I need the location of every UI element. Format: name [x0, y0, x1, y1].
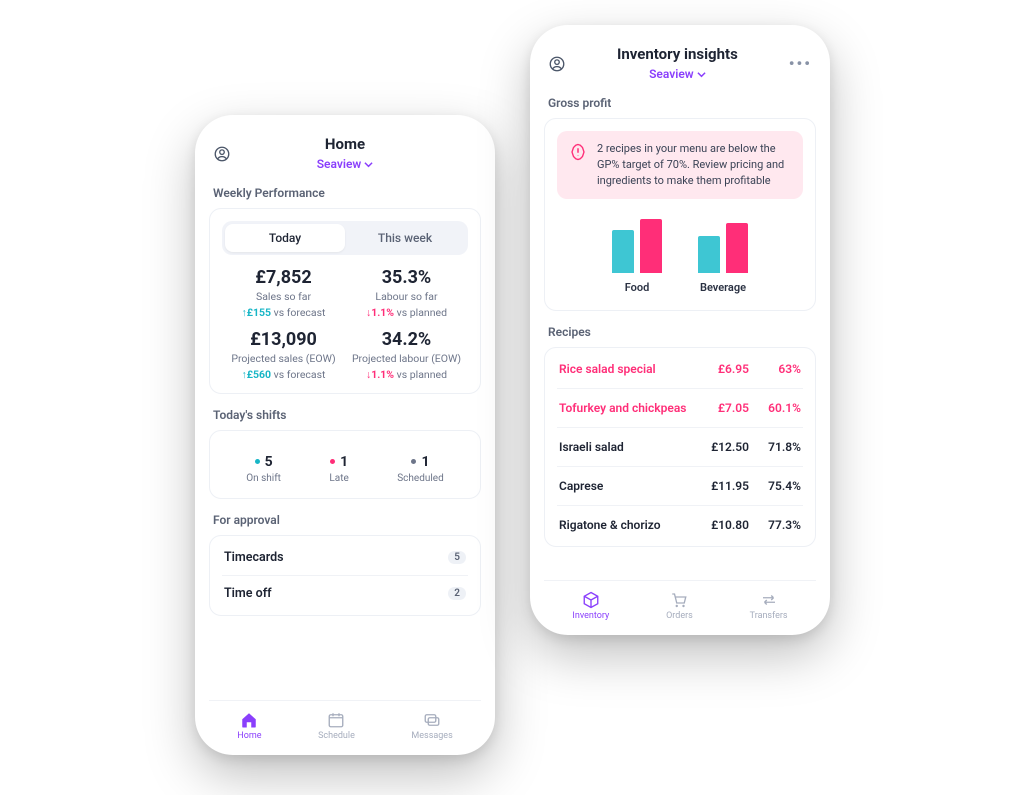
- recipe-row[interactable]: Rigatone & chorizo£10.8077.3%: [557, 506, 803, 544]
- tab-label: Transfers: [750, 611, 788, 621]
- metric-label: Projected labour (EOW): [345, 352, 468, 365]
- metric-value: 35.3%: [345, 267, 468, 288]
- page-title: Home: [231, 135, 459, 153]
- metric-projected-sales: £13,090 Projected sales (EOW) ↑£560 vs f…: [222, 329, 345, 381]
- recipes-card: Rice salad special£6.9563%Tofurkey and c…: [544, 347, 816, 547]
- metric-label: Projected sales (EOW): [222, 352, 345, 365]
- shift-stat: 5On shift: [246, 449, 281, 484]
- approval-label: For approval: [213, 513, 477, 527]
- recipe-row[interactable]: Israeli salad£12.5071.8%: [557, 428, 803, 467]
- bottom-tabbar: Inventory Orders Transfers: [544, 580, 816, 625]
- gross-profit-card: 2 recipes in your menu are below the GP%…: [544, 118, 816, 311]
- metric-delta: ↑£155 vs forecast: [222, 306, 345, 319]
- tab-label: Messages: [411, 731, 452, 741]
- profile-icon[interactable]: [213, 145, 231, 163]
- more-icon[interactable]: •••: [789, 54, 812, 73]
- shifts-label: Today's shifts: [213, 408, 477, 422]
- chart-bar: [698, 236, 720, 273]
- shift-stat: 1Scheduled: [397, 449, 444, 484]
- cart-icon: [670, 591, 688, 609]
- shift-stat: 1Late: [329, 449, 348, 484]
- tab-today[interactable]: Today: [225, 224, 345, 252]
- location-selector[interactable]: Seaview: [649, 67, 706, 81]
- metric-label: Labour so far: [345, 290, 468, 303]
- tab-label: Orders: [666, 611, 693, 621]
- gross-profit-label: Gross profit: [548, 96, 812, 110]
- calendar-icon: [327, 711, 345, 729]
- metric-value: £7,852: [222, 267, 345, 288]
- location-label: Seaview: [649, 67, 694, 81]
- metric-projected-labour: 34.2% Projected labour (EOW) ↓1.1% vs pl…: [345, 329, 468, 381]
- recipes-label: Recipes: [548, 325, 812, 339]
- metric-label: Sales so far: [222, 290, 345, 303]
- topbar: Home Seaview: [209, 133, 481, 172]
- inventory-screen: Inventory insights Seaview ••• Gross pro…: [530, 25, 830, 635]
- metric-value: 34.2%: [345, 329, 468, 350]
- tab-label: Inventory: [572, 611, 609, 621]
- location-label: Seaview: [317, 157, 362, 171]
- chart-bar: [612, 230, 634, 273]
- tab-label: Schedule: [318, 731, 355, 741]
- alert-text: 2 recipes in your menu are below the GP%…: [597, 141, 791, 189]
- approval-card: Timecards5Time off2: [209, 535, 481, 616]
- chart-category-label: Food: [625, 281, 650, 294]
- gp-chart: Food Beverage: [557, 215, 803, 294]
- box-icon: [582, 591, 600, 609]
- tab-schedule[interactable]: Schedule: [318, 711, 355, 741]
- metric-labour: 35.3% Labour so far ↓1.1% vs planned: [345, 267, 468, 319]
- period-tabs: Today This week: [222, 221, 468, 255]
- alert-icon: [569, 143, 587, 165]
- chevron-down-icon: [697, 70, 706, 79]
- recipe-row[interactable]: Rice salad special£6.9563%: [557, 350, 803, 389]
- metric-delta: ↓1.1% vs planned: [345, 306, 468, 319]
- topbar: Inventory insights Seaview •••: [544, 43, 816, 82]
- chart-category-label: Beverage: [700, 281, 746, 294]
- recipe-row[interactable]: Tofurkey and chickpeas£7.0560.1%: [557, 389, 803, 428]
- metric-value: £13,090: [222, 329, 345, 350]
- metric-delta: ↑£560 vs forecast: [222, 368, 345, 381]
- recipe-row[interactable]: Caprese£11.9575.4%: [557, 467, 803, 506]
- tab-this-week[interactable]: This week: [345, 224, 465, 252]
- chevron-down-icon: [364, 160, 373, 169]
- profile-icon[interactable]: [548, 55, 566, 73]
- page-title: Inventory insights: [566, 45, 789, 63]
- chart-bar: [640, 219, 662, 273]
- weekly-performance-card: Today This week £7,852 Sales so far ↑£15…: [209, 208, 481, 394]
- home-icon: [240, 711, 258, 729]
- metric-delta: ↓1.1% vs planned: [345, 368, 468, 381]
- approval-row[interactable]: Timecards5: [222, 540, 468, 575]
- location-selector[interactable]: Seaview: [317, 157, 374, 171]
- shifts-card: 5On shift 1Late 1Scheduled: [209, 430, 481, 499]
- bottom-tabbar: Home Schedule Messages: [209, 700, 481, 745]
- approval-row[interactable]: Time off2: [222, 575, 468, 611]
- home-screen: Home Seaview Weekly Performance Today Th…: [195, 115, 495, 755]
- chart-group: Beverage: [698, 215, 748, 294]
- tab-label: Home: [237, 731, 261, 741]
- messages-icon: [423, 711, 441, 729]
- gp-alert: 2 recipes in your menu are below the GP%…: [557, 131, 803, 199]
- transfer-icon: [760, 591, 778, 609]
- chart-bar: [726, 223, 748, 273]
- weekly-performance-label: Weekly Performance: [213, 186, 477, 200]
- tab-home[interactable]: Home: [237, 711, 261, 741]
- tab-orders[interactable]: Orders: [666, 591, 693, 621]
- tab-inventory[interactable]: Inventory: [572, 591, 609, 621]
- tab-messages[interactable]: Messages: [411, 711, 452, 741]
- tab-transfers[interactable]: Transfers: [750, 591, 788, 621]
- metric-sales: £7,852 Sales so far ↑£155 vs forecast: [222, 267, 345, 319]
- chart-group: Food: [612, 215, 662, 294]
